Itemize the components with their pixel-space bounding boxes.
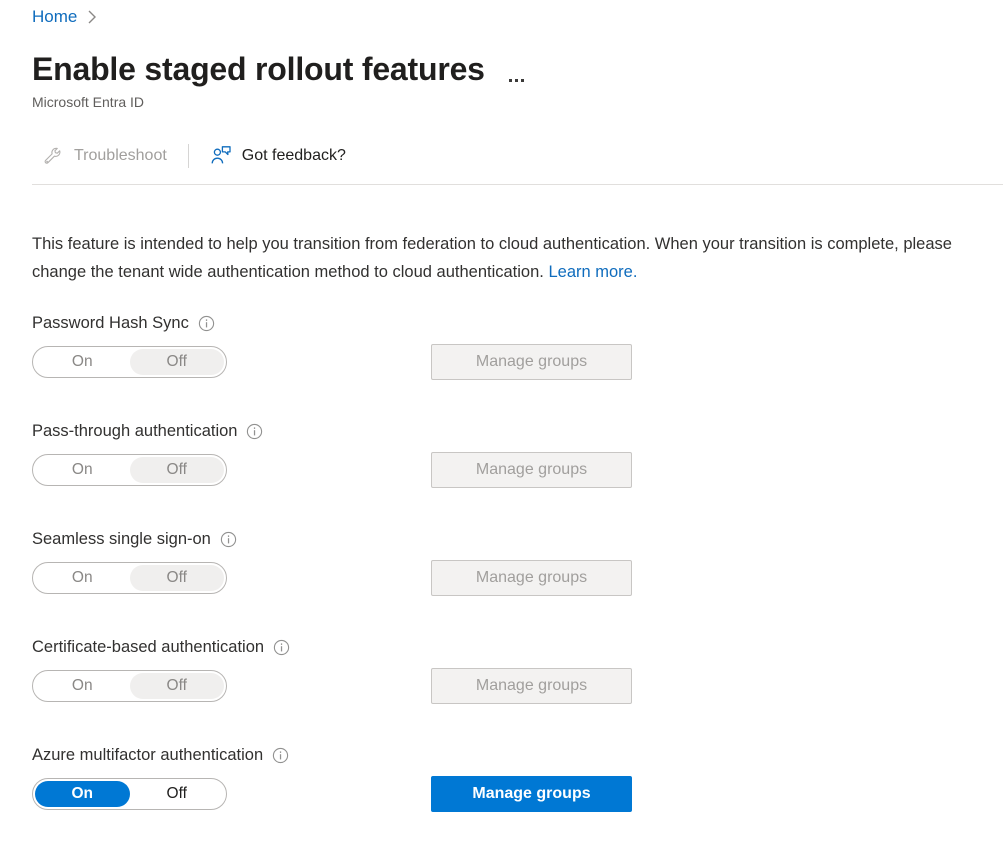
feature-label-line: Password Hash Sync xyxy=(32,311,972,335)
feature-row: Seamless single sign-on On Off Manage gr… xyxy=(32,527,972,635)
command-bar: Troubleshoot Got feedback? xyxy=(32,136,356,176)
toggle-option-on[interactable]: On xyxy=(35,781,130,807)
feature-toggle[interactable]: On Off xyxy=(32,562,227,594)
feature-toggle[interactable]: On Off xyxy=(32,454,227,486)
manage-groups-button[interactable]: Manage groups xyxy=(431,668,632,704)
feature-row: Pass-through authentication On Off Manag… xyxy=(32,419,972,527)
toggle-option-off[interactable]: Off xyxy=(130,673,225,699)
toggle-option-off[interactable]: Off xyxy=(130,457,225,483)
got-feedback-label: Got feedback? xyxy=(242,147,346,165)
command-bar-separator xyxy=(188,144,189,168)
feature-toggle[interactable]: On Off xyxy=(32,346,227,378)
info-icon[interactable] xyxy=(272,747,289,764)
feature-label-line: Seamless single sign-on xyxy=(32,527,972,551)
feature-label: Pass-through authentication xyxy=(32,419,237,443)
ellipsis-dot xyxy=(521,79,524,82)
feature-label: Certificate-based authentication xyxy=(32,635,264,659)
chevron-right-icon xyxy=(87,10,97,24)
wrench-icon xyxy=(42,145,64,167)
feature-list: Password Hash Sync On Off Manage groups … xyxy=(32,311,972,851)
manage-groups-button[interactable]: Manage groups xyxy=(431,452,632,488)
person-feedback-icon xyxy=(210,145,232,167)
ellipsis-icon[interactable] xyxy=(509,44,524,93)
toggle-option-on[interactable]: On xyxy=(35,457,130,483)
feature-label: Password Hash Sync xyxy=(32,311,189,335)
manage-groups-button[interactable]: Manage groups xyxy=(431,776,632,812)
info-icon[interactable] xyxy=(246,423,263,440)
feature-label: Azure multifactor authentication xyxy=(32,743,263,767)
feature-label-line: Azure multifactor authentication xyxy=(32,743,972,767)
info-icon[interactable] xyxy=(273,639,290,656)
feature-toggle[interactable]: On Off xyxy=(32,778,227,810)
feature-toggle[interactable]: On Off xyxy=(32,670,227,702)
toggle-option-off[interactable]: Off xyxy=(130,565,225,591)
staged-rollout-page: Home Enable staged rollout features Micr… xyxy=(0,0,1003,835)
troubleshoot-label: Troubleshoot xyxy=(74,147,167,165)
toggle-option-off[interactable]: Off xyxy=(130,349,225,375)
ellipsis-dot xyxy=(509,79,512,82)
feature-row: Password Hash Sync On Off Manage groups xyxy=(32,311,972,419)
breadcrumb-item-home[interactable]: Home xyxy=(32,5,77,29)
page-title-row: Enable staged rollout features xyxy=(32,44,524,93)
info-icon[interactable] xyxy=(220,531,237,548)
manage-groups-button[interactable]: Manage groups xyxy=(431,344,632,380)
feature-label: Seamless single sign-on xyxy=(32,527,211,551)
feature-label-line: Certificate-based authentication xyxy=(32,635,972,659)
troubleshoot-button[interactable]: Troubleshoot xyxy=(32,136,177,176)
toggle-option-on[interactable]: On xyxy=(35,349,130,375)
learn-more-link[interactable]: Learn more. xyxy=(548,263,637,281)
header-divider xyxy=(32,184,1003,185)
page-title: Enable staged rollout features xyxy=(32,49,485,89)
toggle-option-off[interactable]: Off xyxy=(130,781,225,807)
page-subtitle: Microsoft Entra ID xyxy=(32,92,144,112)
toggle-option-on[interactable]: On xyxy=(35,565,130,591)
manage-groups-button[interactable]: Manage groups xyxy=(431,560,632,596)
ellipsis-dot xyxy=(515,79,518,82)
description-body: This feature is intended to help you tra… xyxy=(32,235,952,281)
toggle-option-on[interactable]: On xyxy=(35,673,130,699)
breadcrumb: Home xyxy=(32,5,97,29)
description-text: This feature is intended to help you tra… xyxy=(32,230,984,286)
info-icon[interactable] xyxy=(198,315,215,332)
feature-row: Certificate-based authentication On Off … xyxy=(32,635,972,743)
feature-label-line: Pass-through authentication xyxy=(32,419,972,443)
got-feedback-button[interactable]: Got feedback? xyxy=(200,136,356,176)
